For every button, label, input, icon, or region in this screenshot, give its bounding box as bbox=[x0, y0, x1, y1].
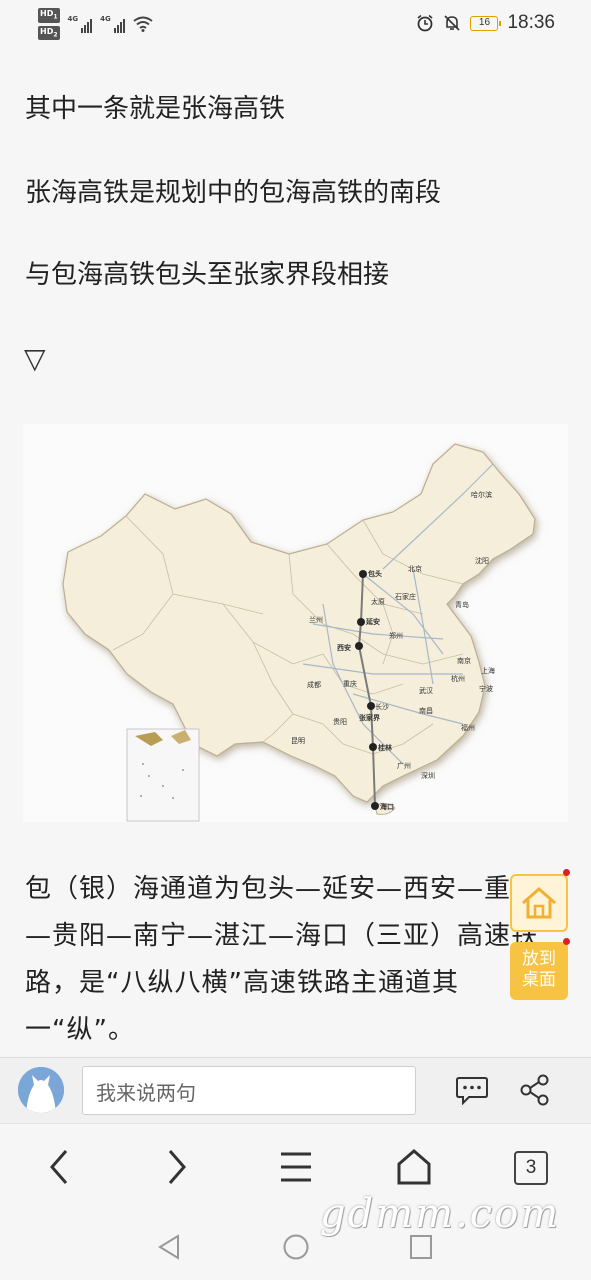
svg-text:包头: 包头 bbox=[368, 569, 382, 578]
menu-icon[interactable] bbox=[279, 1146, 313, 1188]
comment-bar: 我来说两句 bbox=[0, 1057, 591, 1123]
wifi-icon bbox=[133, 16, 153, 33]
svg-text:青岛: 青岛 bbox=[455, 600, 469, 609]
status-left: HD1 HD2 4G 4G bbox=[38, 8, 153, 41]
svg-text:宁波: 宁波 bbox=[479, 684, 493, 693]
alarm-icon bbox=[417, 14, 433, 32]
add-to-desktop-button[interactable]: 放到 桌面 bbox=[510, 942, 568, 1000]
home-icon bbox=[522, 887, 556, 919]
system-nav-bar: gdmm.com bbox=[0, 1191, 591, 1280]
hd-badges: HD1 HD2 bbox=[38, 8, 60, 41]
svg-text:南昌: 南昌 bbox=[419, 706, 433, 715]
article-content: 其中一条就是张海高铁 张海高铁是规划中的包海高铁的南段 与包海高铁包头至张家界段… bbox=[0, 50, 591, 1057]
paragraph: 张海高铁是规划中的包海高铁的南段 bbox=[25, 178, 442, 208]
watermark: gdmm.com bbox=[320, 1191, 561, 1237]
svg-text:重庆: 重庆 bbox=[343, 679, 357, 688]
battery-icon: 16 bbox=[470, 15, 502, 31]
svg-text:桂林: 桂林 bbox=[377, 743, 393, 752]
svg-text:南京: 南京 bbox=[457, 656, 471, 665]
svg-text:太原: 太原 bbox=[371, 597, 385, 606]
system-recents-icon[interactable] bbox=[408, 1233, 434, 1261]
comment-input[interactable]: 我来说两句 bbox=[82, 1066, 416, 1115]
tabs-icon[interactable]: 3 bbox=[514, 1151, 548, 1185]
signal-icon: 4G bbox=[67, 15, 93, 34]
clock: 18:36 bbox=[507, 12, 555, 33]
svg-text:长沙: 长沙 bbox=[375, 702, 389, 711]
china-railway-map[interactable]: 哈尔滨 沈阳 北京 包头 石家庄 太原 青岛 兰州 延安 郑州 西安 南京 上海… bbox=[23, 424, 568, 822]
down-triangle-marker: ▽ bbox=[24, 342, 46, 375]
map-image: 哈尔滨 沈阳 北京 包头 石家庄 太原 青岛 兰州 延安 郑州 西安 南京 上海… bbox=[62, 443, 536, 822]
svg-text:深圳: 深圳 bbox=[421, 771, 435, 780]
svg-text:上海: 上海 bbox=[481, 666, 495, 675]
svg-text:郑州: 郑州 bbox=[389, 632, 403, 640]
paragraph: 与包海高铁包头至张家界段相接 bbox=[25, 260, 390, 290]
floating-home-button[interactable] bbox=[510, 874, 568, 932]
avatar[interactable] bbox=[18, 1067, 64, 1113]
article-body: 包（银）海通道为包头—延安—西安—重庆—贵阳—南宁—湛江—海口（三亚）高速铁路，… bbox=[25, 874, 539, 1045]
battery-level: 16 bbox=[478, 16, 491, 28]
network-type-label: 4G bbox=[67, 15, 79, 24]
svg-text:石家庄: 石家庄 bbox=[395, 592, 416, 601]
add-to-desktop-label: 桌面 bbox=[522, 970, 556, 990]
status-right: 16 18:36 bbox=[416, 12, 555, 34]
signal-icon: 4G bbox=[100, 15, 125, 34]
notification-dot bbox=[563, 938, 570, 945]
svg-text:北京: 北京 bbox=[408, 564, 422, 573]
hd1-badge: HD1 bbox=[38, 8, 60, 23]
svg-text:贵阳: 贵阳 bbox=[333, 717, 347, 726]
home-icon[interactable] bbox=[396, 1146, 432, 1188]
comment-icon[interactable] bbox=[455, 1075, 489, 1105]
paragraph: 其中一条就是张海高铁 bbox=[25, 94, 286, 124]
svg-text:昆明: 昆明 bbox=[291, 737, 305, 745]
svg-text:海口: 海口 bbox=[380, 802, 394, 811]
share-icon[interactable] bbox=[518, 1073, 552, 1107]
svg-text:成都: 成都 bbox=[307, 680, 321, 689]
svg-text:福州: 福州 bbox=[461, 723, 475, 732]
status-bar: HD1 HD2 4G 4G 16 18:36 bbox=[0, 0, 591, 50]
svg-text:延安: 延安 bbox=[365, 617, 380, 626]
south-sea-inset bbox=[126, 728, 200, 822]
svg-text:兰州: 兰州 bbox=[309, 615, 323, 624]
svg-text:张家界: 张家界 bbox=[359, 713, 381, 722]
system-back-icon[interactable] bbox=[156, 1233, 182, 1261]
svg-text:哈尔滨: 哈尔滨 bbox=[471, 490, 492, 499]
svg-text:杭州: 杭州 bbox=[451, 674, 465, 683]
back-icon[interactable] bbox=[46, 1146, 72, 1188]
notification-dot bbox=[563, 869, 570, 876]
svg-text:西安: 西安 bbox=[337, 643, 351, 652]
svg-text:武汉: 武汉 bbox=[419, 686, 433, 695]
svg-text:沈阳: 沈阳 bbox=[475, 556, 489, 565]
hd2-badge: HD2 bbox=[38, 25, 60, 41]
avatar-image bbox=[18, 1067, 64, 1113]
system-home-icon[interactable] bbox=[282, 1233, 310, 1261]
add-to-desktop-label: 放到 bbox=[522, 949, 556, 969]
network-type-label: 4G bbox=[100, 15, 111, 24]
mute-icon bbox=[444, 15, 461, 31]
forward-icon[interactable] bbox=[164, 1146, 190, 1188]
svg-text:广州: 广州 bbox=[397, 761, 411, 770]
